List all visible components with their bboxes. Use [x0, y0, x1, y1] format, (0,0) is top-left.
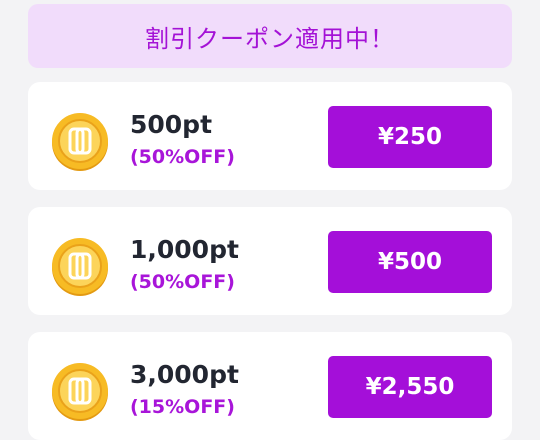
points-amount: 3,000pt	[130, 360, 239, 389]
buy-price-button[interactable]: ¥2,550	[328, 356, 492, 418]
coin-icon	[52, 238, 108, 296]
buy-price-button[interactable]: ¥500	[328, 231, 492, 293]
coin-icon	[52, 363, 108, 421]
coin-icon	[52, 113, 108, 171]
coupon-applied-banner: 割引クーポン適用中！	[28, 4, 512, 68]
discount-label: (15%OFF)	[130, 396, 235, 418]
points-amount: 500pt	[130, 110, 213, 139]
point-package-card: 3,000pt (15%OFF) ¥2,550	[28, 332, 512, 440]
point-package-card: 500pt (50%OFF) ¥250	[28, 82, 512, 190]
buy-price-button[interactable]: ¥250	[328, 106, 492, 168]
coupon-banner-text: 割引クーポン適用中！	[145, 24, 395, 53]
discount-label: (50%OFF)	[130, 271, 235, 293]
points-amount: 1,000pt	[130, 235, 239, 264]
discount-label: (50%OFF)	[130, 146, 235, 168]
point-package-card: 1,000pt (50%OFF) ¥500	[28, 207, 512, 315]
